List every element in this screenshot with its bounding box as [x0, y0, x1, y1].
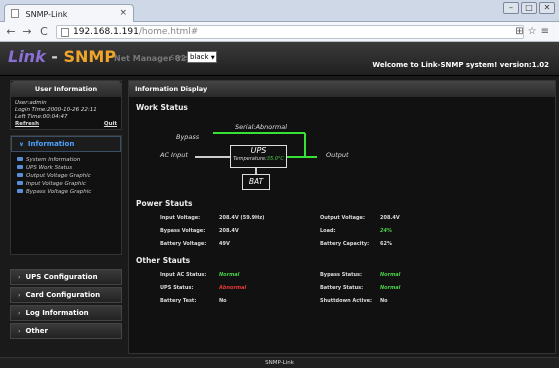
user-name: User:admin	[15, 100, 47, 106]
chevron-right-icon: ›	[18, 310, 21, 317]
submenu-item-input-voltage-graphic[interactable]: Input Voltage Graphic	[17, 180, 121, 188]
app-header: Link - SNMP Net Manager 82X Style black …	[0, 42, 559, 76]
bypass-label: Bypass	[176, 133, 200, 141]
login-time: Login Time:2000-10-26 22:11	[15, 107, 97, 113]
power-status-table: Input Voltage: 208.4V (59.9Hz) Output Vo…	[160, 211, 400, 250]
close-window-button[interactable]: ✕	[539, 2, 555, 14]
other-status-title: Other Stauts	[136, 256, 191, 265]
submenu-item-system-information[interactable]: System Information	[17, 156, 121, 164]
footer: SNMP-Link	[0, 357, 559, 368]
refresh-link[interactable]: Refresh	[15, 121, 39, 128]
work-status-title: Work Status	[136, 103, 188, 112]
submenu-item-bypass-voltage-graphic[interactable]: Bypass Voltage Graphic	[17, 188, 121, 196]
logo: Link - SNMP	[8, 47, 117, 66]
sidebar-item-information[interactable]: ∨ Information	[11, 136, 121, 152]
ups-box: UPS Temperature:35.0°C	[230, 145, 287, 168]
browser-toolbar: ← → C 192.168.1.191/home.html# ⊞☆≡	[0, 22, 559, 42]
user-details: User:admin Login Time:2000-10-26 22:11 L…	[11, 97, 121, 131]
welcome-message: Welcome to Link-SNMP system! version:1.0…	[372, 61, 549, 69]
table-row: Input Voltage: 208.4V (59.9Hz) Output Vo…	[160, 214, 400, 221]
chevron-right-icon: ›	[18, 328, 21, 335]
submenu-item-output-voltage-graphic[interactable]: Output Voltage Graphic	[17, 172, 121, 180]
forward-arrow-icon[interactable]: →	[20, 25, 34, 38]
main-panel-title: Information Display	[129, 81, 555, 97]
window-controls: – □ ✕	[503, 2, 555, 14]
address-bar[interactable]: 192.168.1.191/home.html#	[56, 25, 524, 39]
sidebar-item-card-configuration[interactable]: › Card Configuration	[10, 287, 122, 303]
url-host: 192.168.1.191	[73, 27, 139, 37]
table-row: Battery Voltage: 49V Battery Capacity: 6…	[160, 240, 392, 247]
page-icon	[61, 28, 69, 37]
minimize-button[interactable]: –	[503, 2, 519, 14]
maximize-button[interactable]: □	[521, 2, 537, 14]
chevron-down-icon: ∨	[19, 141, 24, 148]
browser-menu-icon[interactable]: ⊞☆≡	[515, 26, 553, 37]
tab-title: SNMP-Link	[25, 10, 68, 19]
folder-icon	[17, 189, 23, 193]
style-label: Style	[170, 54, 188, 62]
chevron-down-icon: ▼	[210, 55, 215, 61]
reload-icon[interactable]: C	[37, 25, 51, 38]
left-time: Left Time:00:04:47	[15, 114, 68, 120]
power-status-title: Power Stauts	[136, 199, 193, 208]
sidebar-item-other[interactable]: › Other	[10, 323, 122, 339]
table-row: Bypass Voltage: 208.4V Load: 24%	[160, 227, 392, 234]
sidebar: User Information User:admin Login Time:2…	[10, 80, 122, 354]
folder-icon	[17, 165, 23, 169]
chevron-right-icon: ›	[18, 292, 21, 299]
battery-box: BAT	[242, 174, 270, 190]
folder-icon	[17, 157, 23, 161]
back-arrow-icon[interactable]: ←	[4, 25, 18, 38]
folder-icon	[17, 173, 23, 177]
other-status-table: Input AC Status: Normal Bypass Status: N…	[160, 268, 400, 307]
page-icon	[11, 9, 19, 18]
serial-status-label: Serial:Abnormal	[235, 123, 288, 131]
table-row: UPS Status: Abnormal Battery Status: Nor…	[160, 284, 401, 291]
sidebar-item-ups-configuration[interactable]: › UPS Configuration	[10, 269, 122, 285]
close-icon[interactable]: ×	[119, 8, 127, 18]
information-submenu: System Information UPS Work Status Outpu…	[11, 152, 121, 196]
table-row: Battery Test: No Shuttdown Active: No	[160, 297, 388, 304]
submenu-item-ups-work-status[interactable]: UPS Work Status	[17, 164, 121, 172]
chevron-right-icon: ›	[18, 274, 21, 281]
ac-input-label: AC Input	[160, 151, 188, 159]
ups-label: UPS	[250, 146, 267, 155]
folder-icon	[17, 181, 23, 185]
information-menu: ∨ Information System Information UPS Work…	[10, 135, 122, 255]
user-info-panel: User Information User:admin Login Time:2…	[10, 80, 122, 130]
sidebar-item-log-information[interactable]: › Log Information	[10, 305, 122, 321]
user-panel-title: User Information	[11, 81, 121, 97]
information-display-panel: Information Display Work Status Serial:A…	[128, 80, 556, 354]
browser-tabstrip: SNMP-Link × – □ ✕	[0, 0, 559, 22]
style-select[interactable]: black ▼	[187, 51, 217, 63]
temperature-readout: Temperature:35.0°C	[233, 156, 284, 162]
url-path: /home.html#	[138, 27, 199, 37]
table-row: Input AC Status: Normal Bypass Status: N…	[160, 271, 401, 278]
quit-link[interactable]: Quit	[104, 121, 117, 128]
output-label: Output	[326, 151, 349, 159]
browser-tab[interactable]: SNMP-Link ×	[4, 4, 134, 22]
